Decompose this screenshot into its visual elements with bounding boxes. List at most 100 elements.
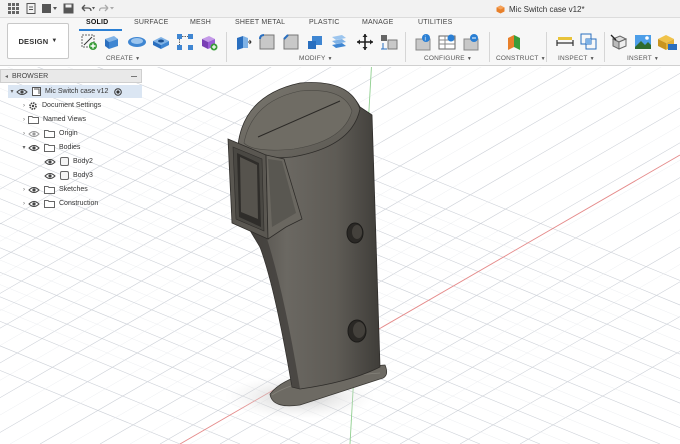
group-modify-label[interactable]: MODIFY ▼ <box>299 55 333 62</box>
body-icon <box>60 171 69 180</box>
browser-panel-header[interactable]: ◂ BROWSER <box>0 69 142 83</box>
undo-icon[interactable] <box>80 3 96 14</box>
tab-solid[interactable]: SOLID <box>86 19 108 26</box>
tab-plastic[interactable]: PLASTIC <box>309 19 340 26</box>
extrude-icon[interactable] <box>102 33 120 51</box>
align-icon[interactable] <box>380 33 398 51</box>
tree-item-sketches[interactable]: › Sketches <box>20 183 88 196</box>
folder-icon <box>44 200 55 208</box>
hole-icon[interactable] <box>152 33 170 51</box>
offset-plane-icon[interactable] <box>506 33 524 51</box>
tree-item-label: Construction <box>59 200 99 207</box>
viewport-canvas[interactable] <box>0 26 680 444</box>
document-cube-icon <box>496 5 505 14</box>
expand-arrow-icon[interactable]: › <box>20 117 28 123</box>
save-icon[interactable] <box>63 3 74 14</box>
tree-item-body3[interactable]: Body3 <box>44 169 93 182</box>
minimize-panel-icon[interactable] <box>131 75 137 77</box>
tree-item-root[interactable]: ▾ Mic Switch case v12 <box>8 85 142 98</box>
insert-mcmaster-icon[interactable] <box>656 33 678 51</box>
tree-item-bodies[interactable]: ▾ Bodies <box>20 141 80 154</box>
group-construct-label[interactable]: CONSTRUCT ▼ <box>496 55 546 62</box>
gear-icon <box>29 101 37 110</box>
visibility-eye-icon[interactable] <box>28 186 40 194</box>
interference-icon[interactable] <box>580 33 598 51</box>
chamfer-icon[interactable] <box>282 33 300 51</box>
browser-title: BROWSER <box>12 72 49 80</box>
file-dropdown-icon[interactable] <box>42 3 58 14</box>
tree-item-label: Bodies <box>59 144 81 151</box>
move-copy-icon[interactable] <box>356 33 374 51</box>
parameters-icon[interactable]: i <box>414 33 432 51</box>
ribbon-divider <box>604 32 605 62</box>
press-pull-icon[interactable] <box>234 33 252 51</box>
visibility-eye-icon[interactable] <box>16 88 28 96</box>
tab-mesh[interactable]: MESH <box>190 19 211 26</box>
ribbon-divider <box>405 32 406 62</box>
create-form-icon[interactable] <box>200 33 218 51</box>
create-sketch-icon[interactable] <box>80 33 98 51</box>
group-create-label[interactable]: CREATE ▼ <box>106 55 140 62</box>
tree-item-construction[interactable]: › Construction <box>20 197 98 210</box>
folder-icon <box>44 144 55 152</box>
expand-arrow-icon[interactable]: › <box>20 201 28 207</box>
group-configure-label[interactable]: CONFIGURE ▼ <box>424 55 472 62</box>
visibility-eye-icon[interactable] <box>44 172 56 180</box>
tree-item-label: Origin <box>59 130 78 137</box>
visibility-eye-icon[interactable] <box>28 200 40 208</box>
title-bar: Mic Switch case v12* <box>0 0 680 18</box>
collapse-panel-icon[interactable]: ◂ <box>5 73 8 80</box>
tree-item-label: Body3 <box>73 172 93 179</box>
folder-icon <box>28 116 39 124</box>
ribbon-divider <box>546 32 547 62</box>
tab-manage[interactable]: MANAGE <box>362 19 394 26</box>
workspace-label: DESIGN <box>18 36 49 46</box>
expand-arrow-icon[interactable]: › <box>20 131 28 137</box>
tab-sheet-metal[interactable]: SHEET METAL <box>235 19 285 26</box>
expand-arrow-icon[interactable]: › <box>20 187 28 193</box>
folder-icon <box>44 130 55 138</box>
hidden-eye-icon[interactable] <box>28 130 40 138</box>
visibility-eye-icon[interactable] <box>28 144 40 152</box>
folder-icon <box>44 186 55 194</box>
ribbon-divider <box>489 32 490 62</box>
file-menu-icon[interactable] <box>26 3 37 14</box>
group-inspect-label[interactable]: INSPECT ▼ <box>558 55 595 62</box>
collapse-arrow-icon[interactable]: ▾ <box>20 144 28 151</box>
measure-icon[interactable] <box>556 33 574 51</box>
fillet-icon[interactable] <box>258 33 276 51</box>
tree-item-named-views[interactable]: › Named Views <box>20 113 86 126</box>
tree-item-label: Mic Switch case v12 <box>45 88 109 95</box>
component-icon <box>32 87 41 96</box>
insert-canvas-icon[interactable] <box>634 33 652 51</box>
tree-item-label: Document Settings <box>42 102 102 109</box>
active-component-radio-icon[interactable] <box>114 87 123 96</box>
tab-utilities[interactable]: UTILITIES <box>418 19 452 26</box>
expand-arrow-icon[interactable]: ▾ <box>8 88 16 95</box>
model-body[interactable] <box>227 82 388 407</box>
pattern-icon[interactable] <box>176 33 194 51</box>
tree-item-document-settings[interactable]: › Document Settings <box>20 99 101 112</box>
toolbar-ribbon: DESIGN ▼ SOLID SURFACE MESH SHEET METAL P… <box>0 18 680 66</box>
3d-viewport[interactable] <box>0 26 680 444</box>
chevron-down-icon: ▼ <box>51 38 58 44</box>
apps-grid-icon[interactable] <box>8 3 19 14</box>
redo-icon[interactable] <box>99 3 115 14</box>
document-tab[interactable]: Mic Switch case v12* <box>496 2 585 17</box>
shell-icon[interactable] <box>306 33 324 51</box>
combine-icon[interactable] <box>330 33 348 51</box>
expand-arrow-icon[interactable]: › <box>20 103 28 109</box>
configure-rules-icon[interactable] <box>462 33 480 51</box>
tree-item-body2[interactable]: Body2 <box>44 155 93 168</box>
tree-item-label: Sketches <box>59 186 88 193</box>
revolve-icon[interactable] <box>126 33 148 51</box>
active-tab-indicator <box>79 29 122 31</box>
tab-surface[interactable]: SURFACE <box>134 19 168 26</box>
insert-derive-icon[interactable] <box>610 33 628 51</box>
configuration-table-icon[interactable] <box>438 33 456 51</box>
workspace-selector-button[interactable]: DESIGN ▼ <box>7 23 69 59</box>
visibility-eye-icon[interactable] <box>44 158 56 166</box>
tree-item-origin[interactable]: › Origin <box>20 127 78 140</box>
group-insert-label[interactable]: INSERT ▼ <box>627 55 659 62</box>
tree-item-label: Named Views <box>43 116 87 123</box>
